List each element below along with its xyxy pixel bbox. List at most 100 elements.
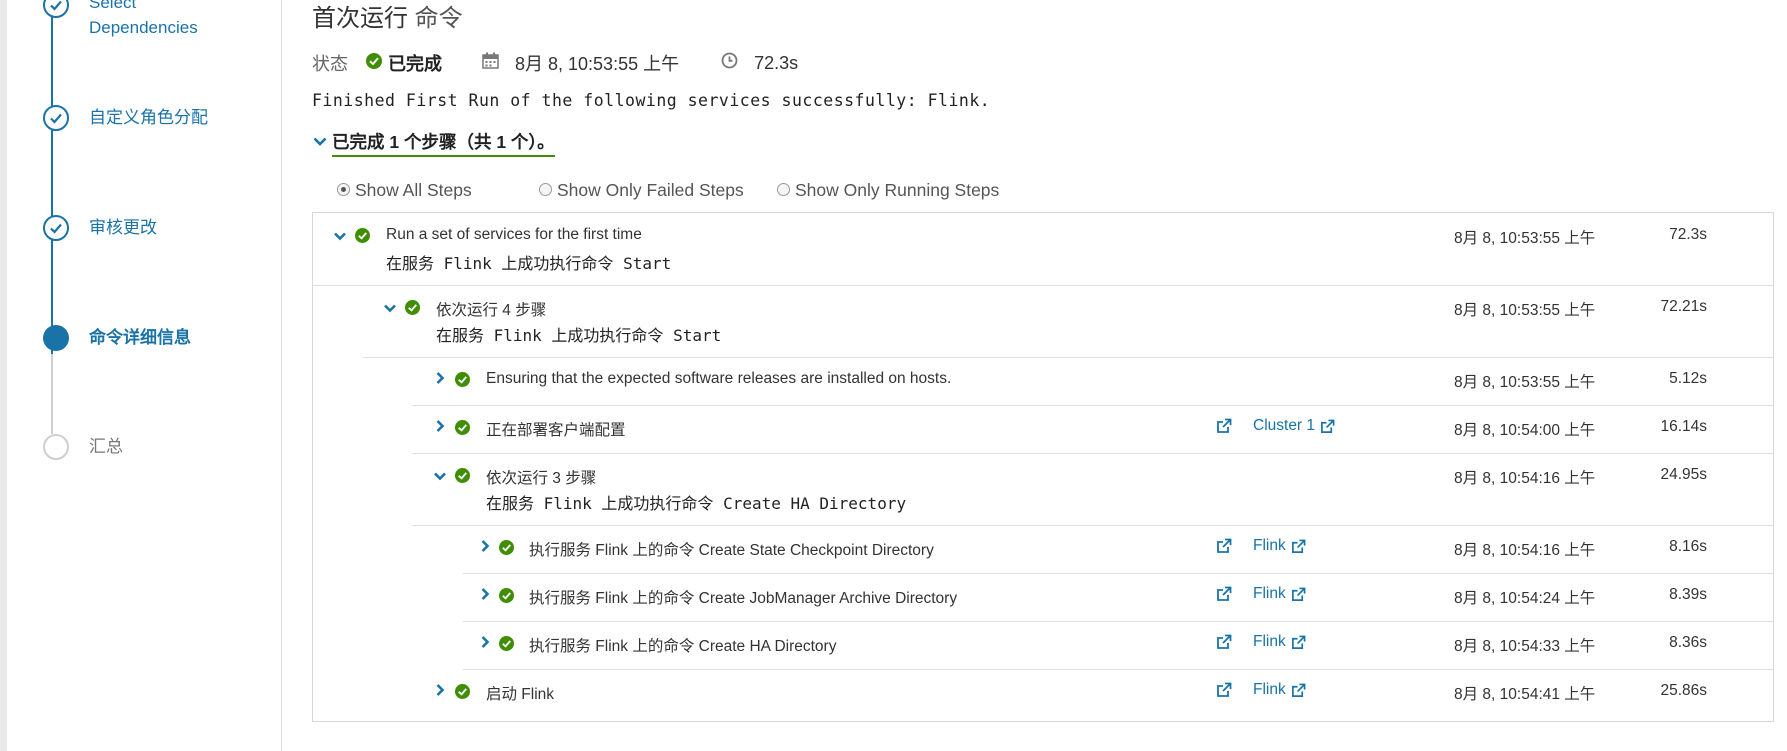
- completed-steps-toggle[interactable]: 已完成 1 个步骤（共 1 个）。: [312, 129, 555, 157]
- step-title: 正在部署客户端配置: [486, 422, 626, 439]
- step-time: 8月 8, 10:54:00 上午: [1454, 422, 1596, 439]
- step-title: Ensuring that the expected software rele…: [486, 370, 952, 387]
- step-time: 8月 8, 10:53:55 上午: [1454, 302, 1596, 319]
- wizard-step-label: 汇总: [89, 437, 123, 456]
- start-time: 8月 8, 10:53:55 上午: [515, 54, 680, 74]
- table-row: Run a set of services for the first time…: [313, 213, 1773, 286]
- external-link-icon[interactable]: [1216, 634, 1232, 655]
- check-icon: [43, 0, 69, 18]
- step-time: 8月 8, 10:54:41 上午: [1454, 686, 1596, 703]
- success-icon: [499, 636, 514, 656]
- step-title: 执行服务 Flink 上的命令 Create JobManager Archiv…: [529, 590, 958, 607]
- table-row: 依次运行 4 步骤 在服务 Flink 上成功执行命令 Start 8月 8, …: [363, 285, 1773, 358]
- step-time: 8月 8, 10:54:24 上午: [1454, 590, 1596, 607]
- chevron-right-icon[interactable]: [433, 683, 447, 702]
- step-title: Run a set of services for the first time: [386, 226, 642, 243]
- filter-running-steps[interactable]: Show Only Running Steps: [777, 180, 999, 201]
- wizard-step-label: 命令详细信息: [89, 328, 191, 347]
- external-link-icon: [1291, 539, 1306, 553]
- left-edge: [0, 0, 7, 751]
- step-detail: 在服务 Flink 上成功执行命令 Start: [386, 254, 672, 273]
- step-duration: 72.3s: [1669, 226, 1707, 243]
- wizard-step-label: 自定义角色分配: [89, 108, 208, 127]
- step-duration: 25.86s: [1660, 682, 1707, 699]
- success-icon: [366, 52, 382, 74]
- summary-message: Finished First Run of the following serv…: [312, 91, 991, 110]
- step-title: 执行服务 Flink 上的命令 Create HA Directory: [529, 638, 837, 655]
- wizard-step-label: Select Dependencies: [89, 0, 198, 37]
- service-link[interactable]: Flink: [1253, 585, 1306, 603]
- chevron-right-icon[interactable]: [478, 587, 492, 606]
- external-link-icon: [1291, 683, 1306, 697]
- completed-steps-label: 已完成 1 个步骤（共 1 个）。: [332, 129, 555, 157]
- step-title: 依次运行 4 步骤: [436, 302, 547, 319]
- success-icon: [499, 588, 514, 608]
- main-content: 首次运行 命令 状态 已完成 8月 8, 10:53:55 上午 72.3s F…: [312, 0, 1787, 751]
- chevron-right-icon[interactable]: [433, 419, 447, 438]
- step-title: 依次运行 3 步骤: [486, 470, 597, 487]
- check-icon: [43, 215, 69, 241]
- success-icon: [455, 468, 470, 488]
- step-time: 8月 8, 10:54:33 上午: [1454, 638, 1596, 655]
- status-value: 已完成: [388, 54, 442, 74]
- success-icon: [499, 540, 514, 560]
- chevron-down-icon: [312, 133, 328, 154]
- success-icon: [455, 684, 470, 704]
- step-title: 启动 Flink: [486, 686, 555, 703]
- wizard-line-todo: [51, 354, 53, 434]
- radio-button[interactable]: [539, 183, 552, 196]
- chevron-right-icon[interactable]: [478, 539, 492, 558]
- step-duration: 8.39s: [1669, 586, 1707, 603]
- step-detail: 在服务 Flink 上成功执行命令 Create HA Directory: [486, 494, 907, 513]
- external-link-icon: [1321, 419, 1335, 433]
- table-row: 执行服务 Flink 上的命令 Create State Checkpoint …: [463, 525, 1773, 574]
- radio-button[interactable]: [337, 183, 350, 196]
- step-duration: 16.14s: [1660, 418, 1707, 435]
- service-link[interactable]: Flink: [1253, 681, 1306, 699]
- cluster-link[interactable]: Cluster 1: [1253, 417, 1335, 435]
- check-icon: [43, 105, 69, 131]
- pending-step-indicator: [43, 434, 69, 460]
- step-duration: 72.21s: [1660, 298, 1707, 315]
- clock-icon: [721, 52, 738, 74]
- success-icon: [355, 228, 370, 248]
- external-link-icon[interactable]: [1216, 682, 1232, 703]
- step-detail: 在服务 Flink 上成功执行命令 Start: [436, 326, 722, 345]
- success-icon: [455, 420, 470, 440]
- success-icon: [455, 372, 470, 392]
- external-link-icon[interactable]: [1216, 538, 1232, 559]
- status-label: 状态: [312, 54, 348, 74]
- service-link[interactable]: Flink: [1253, 537, 1306, 555]
- table-row: 启动 Flink Flink 8月 8, 10:54:41 上午 25.86s: [413, 669, 1773, 717]
- step-duration: 24.95s: [1660, 466, 1707, 483]
- external-link-icon: [1291, 587, 1306, 601]
- external-link-icon: [1291, 635, 1306, 649]
- table-row: 执行服务 Flink 上的命令 Create HA Directory Flin…: [463, 621, 1773, 670]
- external-link-icon[interactable]: [1216, 586, 1232, 607]
- calendar-icon: [482, 52, 499, 74]
- table-row: 执行服务 Flink 上的命令 Create JobManager Archiv…: [463, 573, 1773, 622]
- step-duration: 8.36s: [1669, 634, 1707, 651]
- radio-button[interactable]: [777, 183, 790, 196]
- duration: 72.3s: [754, 52, 799, 73]
- service-link[interactable]: Flink: [1253, 633, 1306, 651]
- chevron-down-icon[interactable]: [383, 301, 397, 320]
- chevron-down-icon[interactable]: [433, 469, 447, 488]
- filter-failed-steps[interactable]: Show Only Failed Steps: [539, 180, 744, 201]
- step-time: 8月 8, 10:54:16 上午: [1454, 470, 1596, 487]
- page-title: 首次运行 命令: [312, 5, 463, 32]
- filter-all-steps[interactable]: Show All Steps: [337, 180, 472, 201]
- chevron-down-icon[interactable]: [333, 229, 347, 248]
- steps-table: Run a set of services for the first time…: [312, 212, 1774, 722]
- current-step-indicator: [43, 325, 69, 351]
- step-time: 8月 8, 10:53:55 上午: [1454, 374, 1596, 391]
- wizard-step-label: 审核更改: [89, 218, 157, 237]
- external-link-icon[interactable]: [1216, 418, 1232, 439]
- status-row: 状态 已完成 8月 8, 10:53:55 上午 72.3s: [312, 50, 798, 76]
- step-duration: 5.12s: [1669, 370, 1707, 387]
- table-row: 依次运行 3 步骤 在服务 Flink 上成功执行命令 Create HA Di…: [413, 453, 1773, 526]
- chevron-right-icon[interactable]: [478, 635, 492, 654]
- chevron-right-icon[interactable]: [433, 371, 447, 390]
- step-title: 执行服务 Flink 上的命令 Create State Checkpoint …: [529, 542, 934, 559]
- step-time: 8月 8, 10:53:55 上午: [1454, 230, 1596, 247]
